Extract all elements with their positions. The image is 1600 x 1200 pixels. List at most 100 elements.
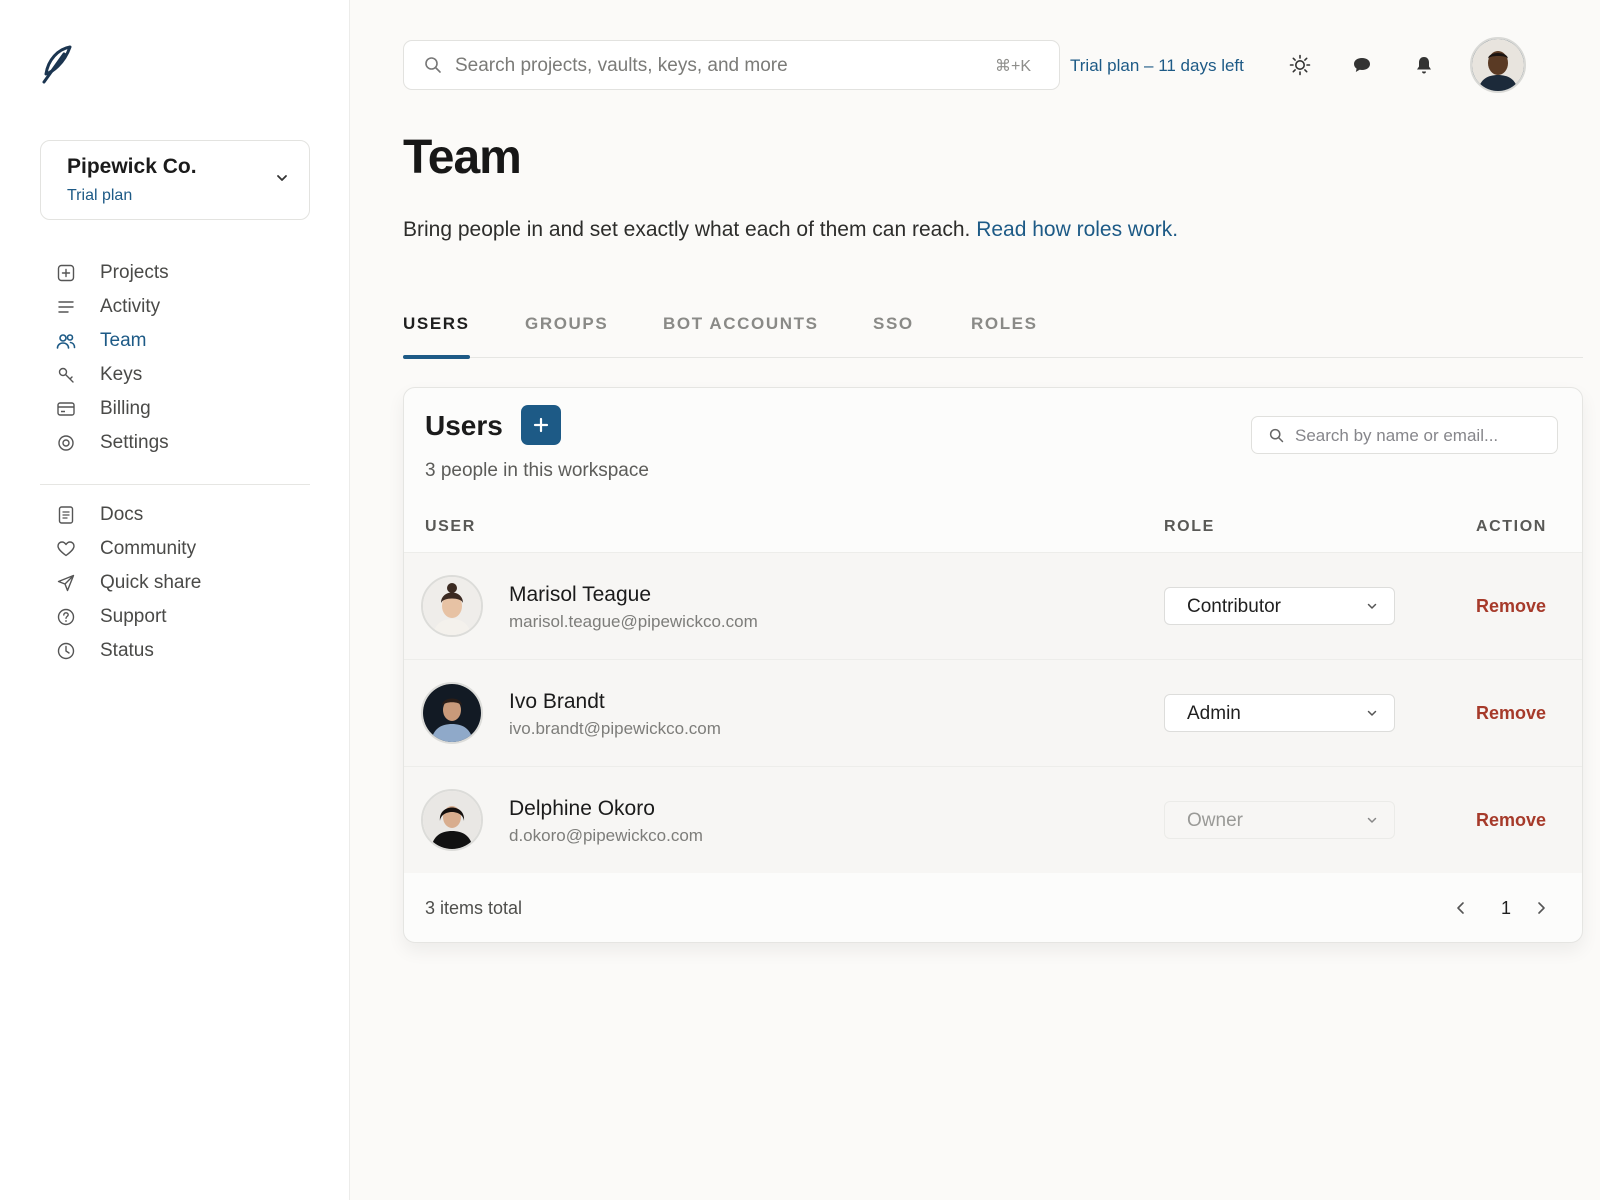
sidebar-item-support[interactable]: Support bbox=[56, 600, 316, 634]
search-placeholder: Search projects, vaults, keys, and more bbox=[455, 55, 788, 76]
credit-card-icon bbox=[56, 399, 76, 419]
page-number[interactable]: 1 bbox=[1501, 898, 1511, 919]
page-title: Team bbox=[403, 131, 522, 184]
document-icon bbox=[56, 505, 76, 525]
sidebar-item-billing[interactable]: Billing bbox=[56, 392, 316, 426]
users-card-title: Users bbox=[425, 410, 503, 441]
page-description: Bring people in and set exactly what eac… bbox=[403, 218, 1178, 242]
sidebar-item-label: Projects bbox=[100, 262, 169, 283]
sidebar-item-label: Docs bbox=[100, 504, 144, 525]
key-icon bbox=[56, 365, 76, 385]
sidebar: Pipewick Co. Trial plan Projects Activit… bbox=[0, 0, 350, 1200]
column-header-role: ROLE bbox=[1164, 518, 1215, 535]
feather-logo-icon[interactable] bbox=[40, 44, 76, 84]
sidebar-item-settings[interactable]: Settings bbox=[56, 426, 316, 460]
lines-icon bbox=[56, 297, 76, 317]
role-value: Admin bbox=[1187, 703, 1241, 724]
table-row: Delphine Okoro d.okoro@pipewickco.com Ow… bbox=[404, 766, 1582, 873]
tab-users[interactable]: USERS bbox=[403, 314, 470, 359]
sidebar-item-docs[interactable]: Docs bbox=[56, 498, 316, 532]
send-icon bbox=[56, 573, 76, 593]
roles-docs-link[interactable]: Read how roles work. bbox=[976, 218, 1178, 241]
sun-icon[interactable] bbox=[1289, 54, 1311, 76]
keyboard-shortcut: ⌘+K bbox=[994, 58, 1031, 75]
users-count-text: 3 people in this workspace bbox=[425, 460, 649, 481]
user-search-placeholder: Search by name or email... bbox=[1295, 426, 1499, 445]
remove-user-button[interactable]: Remove bbox=[1476, 703, 1546, 724]
user-name: Ivo Brandt bbox=[509, 690, 605, 713]
sidebar-item-label: Billing bbox=[100, 398, 151, 419]
chevron-down-icon bbox=[1367, 710, 1377, 716]
role-value: Contributor bbox=[1187, 596, 1281, 617]
heart-icon bbox=[56, 539, 76, 559]
chat-icon[interactable] bbox=[1351, 54, 1373, 76]
plus-icon bbox=[533, 417, 549, 433]
chevron-down-icon bbox=[277, 175, 287, 181]
column-header-user: USER bbox=[425, 518, 476, 535]
role-select[interactable]: Contributor bbox=[1164, 587, 1395, 625]
user-name: Delphine Okoro bbox=[509, 797, 655, 820]
sidebar-item-community[interactable]: Community bbox=[56, 532, 316, 566]
tab-groups[interactable]: GROUPS bbox=[525, 314, 608, 358]
page-description-text: Bring people in and set exactly what eac… bbox=[403, 218, 971, 241]
add-user-button[interactable] bbox=[521, 405, 561, 445]
global-search-input[interactable]: Search projects, vaults, keys, and more … bbox=[403, 40, 1060, 90]
primary-nav: Projects Activity Team Keys Billing Sett… bbox=[56, 256, 316, 460]
tab-bot-accounts[interactable]: BOT ACCOUNTS bbox=[663, 314, 819, 358]
search-icon bbox=[1269, 428, 1284, 443]
users-icon bbox=[56, 331, 76, 351]
sidebar-item-label: Quick share bbox=[100, 572, 202, 593]
bell-icon[interactable] bbox=[1413, 54, 1435, 76]
sidebar-item-label: Settings bbox=[100, 432, 169, 453]
nav-divider bbox=[40, 484, 310, 485]
user-email: marisol.teague@pipewickco.com bbox=[509, 612, 758, 631]
user-name: Marisol Teague bbox=[509, 583, 652, 606]
role-select: Owner bbox=[1164, 801, 1395, 839]
sidebar-item-label: Support bbox=[100, 606, 167, 627]
sidebar-item-label: Keys bbox=[100, 364, 143, 385]
clock-icon bbox=[56, 641, 76, 661]
users-card: Users 3 people in this workspace Search … bbox=[403, 387, 1583, 943]
user-avatar bbox=[421, 575, 483, 637]
search-icon bbox=[425, 57, 441, 73]
sidebar-item-label: Status bbox=[100, 640, 154, 661]
chevron-down-icon bbox=[1367, 603, 1377, 609]
sidebar-item-activity[interactable]: Activity bbox=[56, 290, 316, 324]
plus-square-icon bbox=[56, 263, 76, 283]
tab-sso[interactable]: SSO bbox=[873, 314, 914, 358]
sidebar-item-label: Activity bbox=[100, 296, 161, 317]
sidebar-item-label: Community bbox=[100, 538, 197, 559]
role-value: Owner bbox=[1187, 810, 1243, 831]
sidebar-item-status[interactable]: Status bbox=[56, 634, 316, 668]
column-header-action: ACTION bbox=[1476, 518, 1547, 535]
target-icon bbox=[56, 433, 76, 453]
secondary-nav: Docs Community Quick share Support Statu… bbox=[56, 498, 316, 668]
remove-user-button[interactable]: Remove bbox=[1476, 810, 1546, 831]
chevron-left-icon[interactable] bbox=[1455, 898, 1471, 918]
user-search-input[interactable]: Search by name or email... bbox=[1251, 416, 1558, 454]
role-select[interactable]: Admin bbox=[1164, 694, 1395, 732]
org-switcher[interactable]: Pipewick Co. Trial plan bbox=[40, 140, 310, 220]
team-tabs: USERS GROUPS BOT ACCOUNTS SSO ROLES bbox=[403, 304, 1583, 359]
sidebar-item-quick-share[interactable]: Quick share bbox=[56, 566, 316, 600]
sidebar-item-team[interactable]: Team bbox=[56, 324, 316, 358]
help-circle-icon bbox=[56, 607, 76, 627]
org-plan: Trial plan bbox=[67, 187, 133, 204]
table-row: Marisol Teague marisol.teague@pipewickco… bbox=[404, 552, 1582, 659]
remove-user-button[interactable]: Remove bbox=[1476, 596, 1546, 617]
user-avatar bbox=[421, 789, 483, 851]
sidebar-item-label: Team bbox=[100, 330, 147, 351]
chevron-right-icon[interactable] bbox=[1535, 898, 1551, 918]
chevron-down-icon bbox=[1367, 817, 1377, 823]
user-email: d.okoro@pipewickco.com bbox=[509, 826, 703, 845]
sidebar-item-projects[interactable]: Projects bbox=[56, 256, 316, 290]
items-total-text: 3 items total bbox=[425, 898, 523, 918]
org-name: Pipewick Co. bbox=[67, 155, 197, 178]
tab-roles[interactable]: ROLES bbox=[971, 314, 1038, 358]
user-avatar bbox=[421, 682, 483, 744]
user-avatar[interactable] bbox=[1470, 37, 1526, 93]
sidebar-item-keys[interactable]: Keys bbox=[56, 358, 316, 392]
table-row: Ivo Brandt ivo.brandt@pipewickco.com Adm… bbox=[404, 659, 1582, 766]
trial-status-link[interactable]: Trial plan – 11 days left bbox=[1070, 56, 1244, 76]
user-email: ivo.brandt@pipewickco.com bbox=[509, 719, 721, 738]
